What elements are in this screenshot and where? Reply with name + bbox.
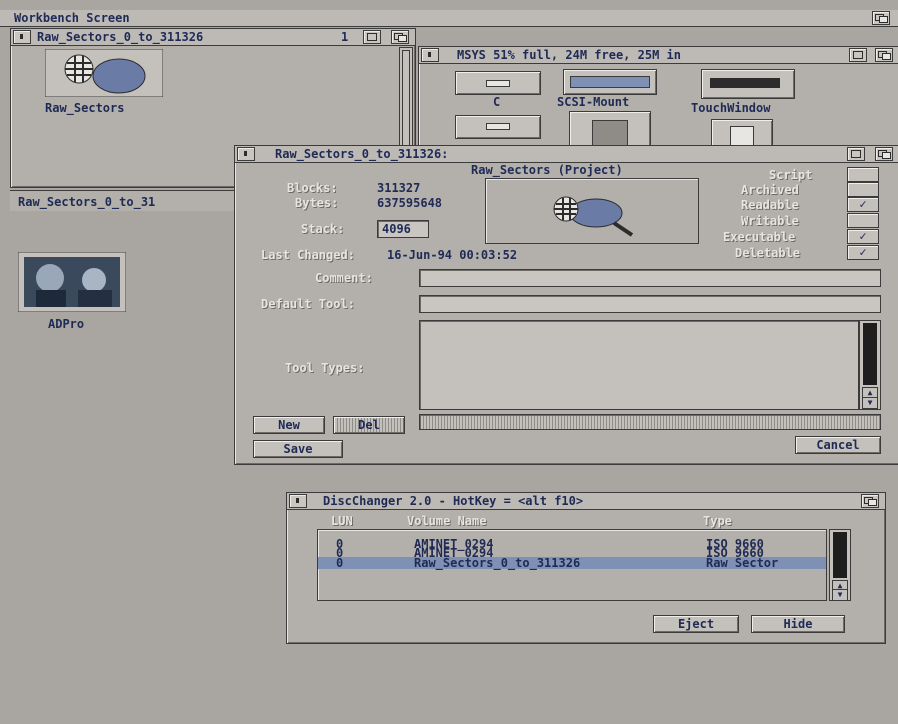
cancel-button[interactable]: Cancel bbox=[795, 436, 881, 454]
msys-title: MSYS 51% full, 24M free, 25M in bbox=[457, 48, 681, 62]
tool-types-scrollbar[interactable]: ▲ ▼ bbox=[859, 320, 881, 410]
info-depth-gadget[interactable] bbox=[875, 147, 893, 161]
info-title: Raw_Sectors_0_to_311326: bbox=[275, 147, 449, 161]
stack-label: Stack: bbox=[301, 222, 345, 236]
raw-window-close-gadget[interactable] bbox=[13, 30, 31, 44]
raw-sectors-icon[interactable] bbox=[44, 48, 164, 98]
stack-field[interactable]: 4096 bbox=[377, 220, 429, 238]
raw-window-status: 1 bbox=[341, 30, 349, 44]
eject-button[interactable]: Eject bbox=[653, 615, 739, 633]
list-item-selected[interactable]: 0 Raw_Sectors_0_to_311326 Raw Sector bbox=[318, 557, 826, 569]
tool-type-entry-field[interactable] bbox=[419, 414, 881, 430]
raw-list-title: Raw_Sectors_0_to_31 bbox=[18, 195, 156, 209]
comment-field[interactable] bbox=[419, 269, 881, 287]
tool-types-list[interactable] bbox=[419, 320, 859, 410]
volume-list[interactable]: 0 AMINET_0294 ISO 9660 0 AMINET_0294 ISO… bbox=[317, 529, 827, 601]
msys-zoom-gadget[interactable] bbox=[849, 48, 867, 62]
info-titlebar[interactable]: Raw_Sectors_0_to_311326: bbox=[235, 146, 898, 163]
comment-label: Comment: bbox=[315, 271, 373, 285]
scroll-down-icon[interactable]: ▼ bbox=[832, 589, 848, 601]
tool-types-label: Tool Types: bbox=[285, 361, 365, 375]
default-tool-field[interactable] bbox=[419, 295, 881, 313]
scsi-mount-icon[interactable] bbox=[563, 69, 657, 95]
flag-script-checkbox[interactable] bbox=[847, 167, 879, 182]
col-lun: LUN bbox=[331, 514, 353, 528]
check-icon: ✓ bbox=[859, 197, 867, 211]
flag-script-label: Script bbox=[769, 168, 813, 182]
info-zoom-gadget[interactable] bbox=[847, 147, 865, 161]
save-button[interactable]: Save bbox=[253, 440, 343, 458]
adpro-label[interactable]: ADPro bbox=[48, 317, 84, 331]
adpro-icon[interactable] bbox=[17, 251, 127, 313]
raw-list-window[interactable]: Raw_Sectors_0_to_31 bbox=[10, 190, 234, 211]
flag-archived-label: Archived bbox=[741, 183, 799, 197]
col-volume-name: Volume Name bbox=[407, 514, 487, 528]
check-icon: ✓ bbox=[859, 229, 867, 243]
volume-list-scrollbar[interactable]: ▲ ▼ bbox=[829, 529, 851, 601]
last-changed-value: 16-Jun-94 00:03:52 bbox=[387, 248, 518, 262]
flag-executable-checkbox[interactable]: ✓ bbox=[847, 229, 879, 244]
flag-archived-checkbox[interactable] bbox=[847, 182, 879, 197]
discchanger-close-gadget[interactable] bbox=[289, 494, 307, 508]
project-name: Raw_Sectors (Project) bbox=[471, 163, 623, 177]
flag-writable-checkbox[interactable] bbox=[847, 213, 879, 228]
blocks-value: 311327 bbox=[377, 181, 421, 195]
trashcan-icon[interactable] bbox=[569, 111, 651, 149]
discchanger-title: DiscChanger 2.0 - HotKey = <alt f10> bbox=[323, 494, 584, 508]
project-icon-preview bbox=[485, 178, 699, 244]
flag-writable-label: Writable bbox=[741, 214, 799, 228]
discchanger-titlebar[interactable]: DiscChanger 2.0 - HotKey = <alt f10> bbox=[287, 493, 885, 510]
screen-title-bar: Workbench Screen bbox=[0, 10, 898, 27]
default-tool-label: Default Tool: bbox=[261, 297, 355, 311]
flag-deletable-label: Deletable bbox=[735, 246, 801, 260]
scroll-down-icon[interactable]: ▼ bbox=[862, 397, 878, 409]
col-type: Type bbox=[703, 514, 732, 528]
raw-window-titlebar[interactable]: Raw_Sectors_0_to_311326 1 bbox=[11, 29, 415, 46]
drive-c-label[interactable]: C bbox=[493, 95, 500, 109]
touchwindow-label[interactable]: TouchWindow bbox=[691, 101, 770, 115]
info-close-gadget[interactable] bbox=[237, 147, 255, 161]
del-button[interactable]: Del bbox=[333, 416, 405, 434]
icon-info-window[interactable]: Raw_Sectors_0_to_311326: Raw_Sectors (Pr… bbox=[234, 145, 898, 465]
discchanger-depth-gadget[interactable] bbox=[861, 494, 879, 508]
raw-window-title: Raw_Sectors_0_to_311326 bbox=[37, 30, 204, 44]
touchwindow-icon[interactable] bbox=[701, 69, 795, 99]
drive-c-icon[interactable] bbox=[455, 71, 541, 95]
flag-readable-checkbox[interactable]: ✓ bbox=[847, 197, 879, 212]
flag-executable-label: Executable bbox=[723, 230, 796, 244]
flag-deletable-checkbox[interactable]: ✓ bbox=[847, 245, 879, 260]
drive-icon-2[interactable] bbox=[455, 115, 541, 139]
screen-depth-gadget[interactable] bbox=[872, 11, 890, 25]
bytes-value: 637595648 bbox=[377, 196, 443, 210]
screen-title: Workbench Screen bbox=[14, 11, 130, 25]
msys-titlebar[interactable]: MSYS 51% full, 24M free, 25M in bbox=[419, 47, 898, 64]
check-icon: ✓ bbox=[859, 245, 867, 259]
last-changed-label: Last Changed: bbox=[261, 248, 355, 262]
raw-window-depth-gadget[interactable] bbox=[391, 30, 409, 44]
discchanger-window[interactable]: DiscChanger 2.0 - HotKey = <alt f10> LUN… bbox=[286, 492, 886, 644]
raw-window-zoom-gadget[interactable] bbox=[363, 30, 381, 44]
blocks-label: Blocks: bbox=[287, 181, 338, 195]
msys-window[interactable]: MSYS 51% full, 24M free, 25M in C SCSI-M… bbox=[418, 46, 898, 152]
scsi-mount-label[interactable]: SCSI-Mount bbox=[557, 95, 629, 109]
flag-readable-label: Readable bbox=[741, 198, 799, 212]
new-button[interactable]: New bbox=[253, 416, 325, 434]
msys-depth-gadget[interactable] bbox=[875, 48, 893, 62]
bytes-label: Bytes: bbox=[295, 196, 339, 210]
hide-button[interactable]: Hide bbox=[751, 615, 845, 633]
raw-sectors-icon-label[interactable]: Raw_Sectors bbox=[45, 101, 124, 115]
msys-close-gadget[interactable] bbox=[421, 48, 439, 62]
